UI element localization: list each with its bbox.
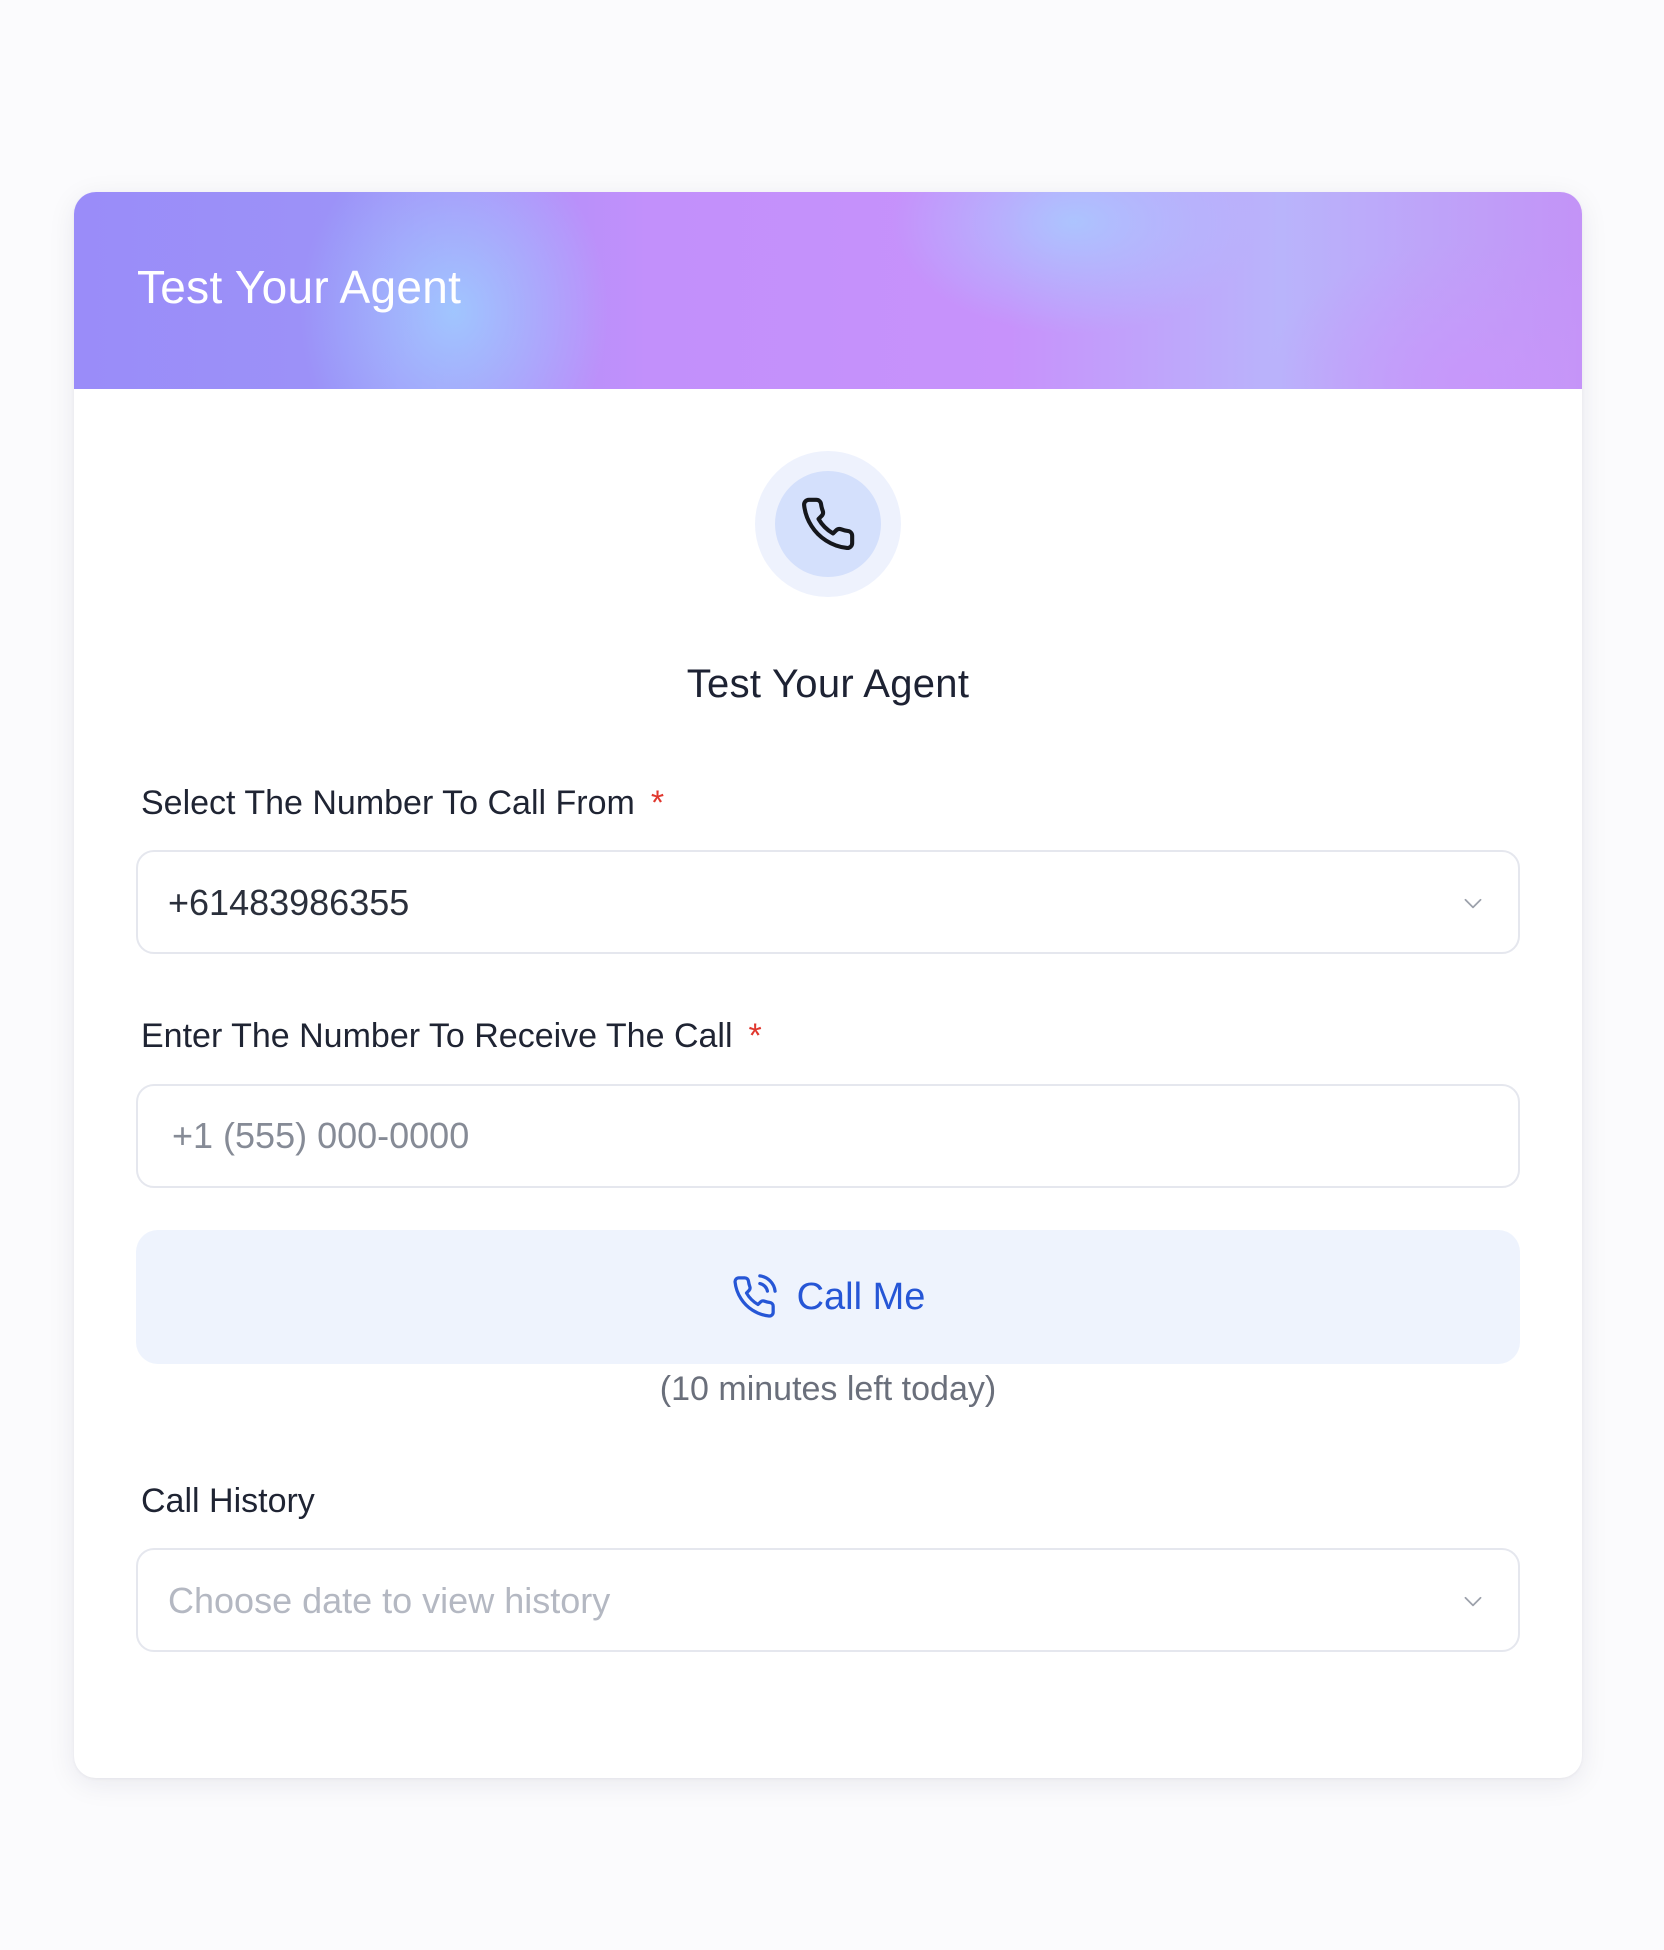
call-me-label: Call Me: [796, 1275, 926, 1318]
required-mark: *: [748, 1017, 762, 1055]
from-number-select[interactable]: +61483986355: [136, 850, 1520, 954]
chevron-down-icon: [1464, 1596, 1482, 1607]
chevron-down-icon: [1464, 898, 1482, 909]
from-number-label: Select The Number To Call From *: [141, 784, 664, 823]
section-title: Test Your Agent: [686, 662, 970, 706]
call-history-select[interactable]: Choose date to view history: [136, 1548, 1520, 1652]
to-number-label-text: Enter The Number To Receive The Call: [141, 1017, 733, 1055]
call-history-placeholder: Choose date to view history: [168, 1580, 611, 1621]
card-header: Test Your Agent: [74, 192, 1582, 389]
to-number-label: Enter The Number To Receive The Call *: [141, 1017, 762, 1056]
phone-icon-circle: [775, 471, 881, 577]
call-history-label: Call History: [141, 1482, 315, 1520]
to-number-field-wrapper: [136, 1084, 1520, 1188]
required-mark: *: [650, 784, 665, 822]
minutes-left-text: (10 minutes left today): [659, 1370, 997, 1408]
from-number-selected-value: +61483986355: [168, 882, 410, 923]
header-title: Test Your Agent: [137, 261, 462, 313]
test-agent-card: Test Your Agent Test Your Agent Select T…: [74, 192, 1582, 1778]
from-number-label-text: Select The Number To Call From: [141, 784, 635, 822]
phone-icon-badge: [755, 451, 901, 597]
to-number-input[interactable]: [138, 1086, 1518, 1186]
phone-calling-icon: [733, 1274, 777, 1318]
call-me-button[interactable]: Call Me: [136, 1230, 1520, 1364]
phone-icon: [802, 497, 855, 551]
